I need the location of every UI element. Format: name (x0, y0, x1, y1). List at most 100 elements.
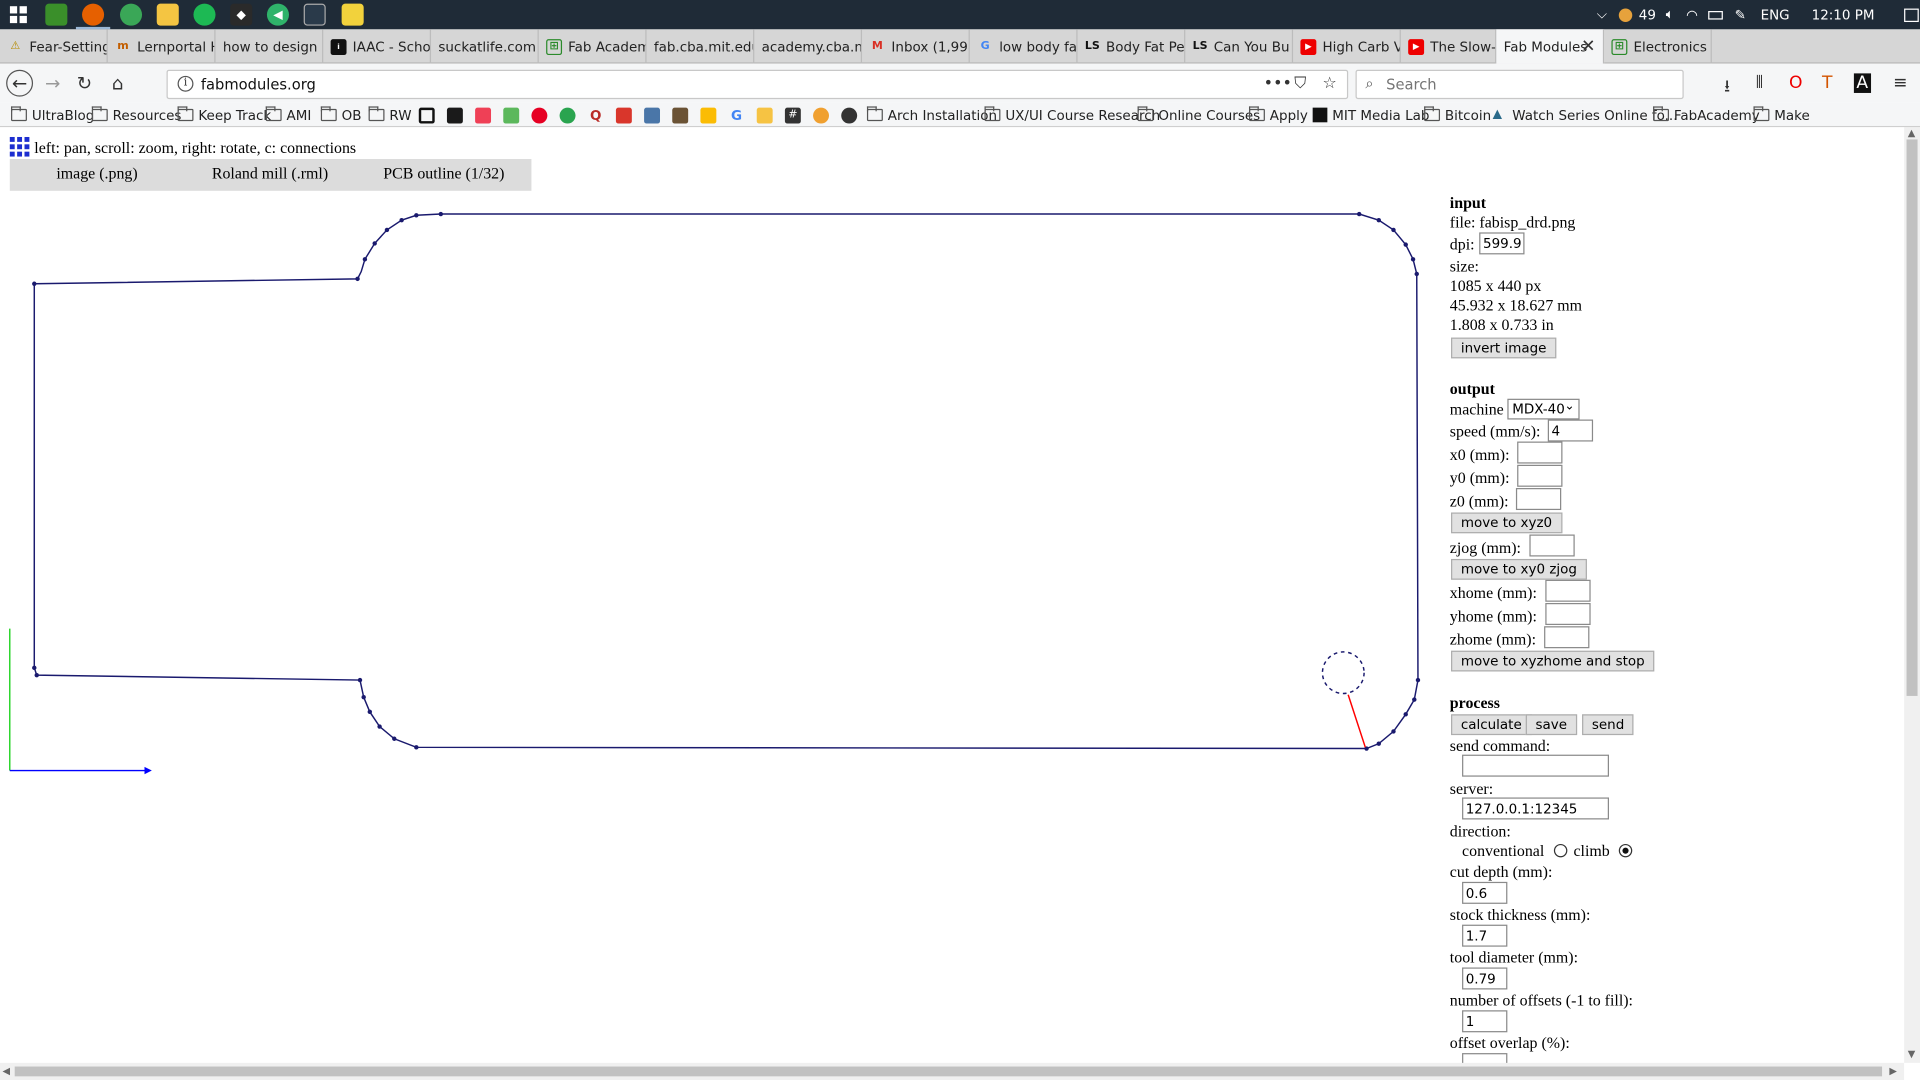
git-icon[interactable]: ◆ (230, 3, 253, 26)
bookmark-folder[interactable]: Bitcoin (1424, 105, 1491, 125)
notification-icon[interactable] (1903, 7, 1919, 22)
file-explorer-icon[interactable] (156, 3, 179, 26)
vertical-scroll-thumb[interactable] (1906, 139, 1918, 696)
y0-input[interactable] (1517, 464, 1563, 487)
send-button[interactable]: send (1582, 714, 1635, 736)
bookmark-site-icon[interactable] (559, 107, 576, 124)
bookmark-folder[interactable]: FabAcademy (1653, 105, 1760, 125)
z0-input[interactable] (1515, 488, 1562, 511)
speed-input[interactable] (1547, 419, 1594, 442)
bookmark-site[interactable]: ▲ Watch Series Online fo... (1493, 105, 1678, 125)
more-icon[interactable]: ••• (1264, 75, 1292, 93)
vk-icon[interactable] (644, 107, 661, 124)
url-text[interactable]: fabmodules.org (201, 76, 316, 93)
bookmark-folder[interactable]: Arch Installation (866, 105, 997, 125)
library-icon[interactable]: ⫴ (1756, 73, 1763, 93)
tab[interactable]: how to design 2 (216, 29, 324, 64)
notes-app-icon[interactable] (341, 3, 364, 26)
bookmark-site-icon[interactable] (841, 107, 858, 124)
clock[interactable]: 12:10 PM (1812, 7, 1875, 23)
opera-icon[interactable]: O (1789, 73, 1803, 93)
scroll-down-icon[interactable]: ▼ (1908, 1048, 1916, 1059)
language-indicator[interactable]: ENG (1761, 7, 1790, 23)
yhome-input[interactable] (1545, 602, 1591, 626)
url-bar[interactable]: i fabmodules.org ••• ⛉ ☆ (166, 69, 1349, 100)
horizontal-scroll-thumb[interactable] (14, 1066, 1883, 1077)
info-icon[interactable]: i (177, 75, 194, 92)
pen-icon[interactable]: ✎ (1735, 7, 1746, 23)
scroll-right-icon[interactable]: ▶ (1889, 1065, 1897, 1076)
bookmark-site-icon[interactable] (503, 107, 520, 124)
offsets-input[interactable] (1462, 1010, 1508, 1033)
tab[interactable]: ⚠ Fear-Setting (0, 29, 108, 64)
volume-icon[interactable]: 🔈︎ (1666, 6, 1674, 23)
tab[interactable]: ▶ High Carb V (1293, 29, 1401, 64)
google-drive-icon[interactable] (700, 107, 717, 124)
tab[interactable]: suckatlife.com - (431, 29, 539, 64)
bookmark-folder[interactable]: AMI (265, 105, 311, 125)
reload-icon[interactable]: ↻ (71, 70, 98, 97)
tab[interactable]: ⊞ Fab Academ (539, 29, 647, 64)
home-icon[interactable]: ⌂ (104, 70, 131, 97)
bookmark-folder[interactable]: Keep Track (177, 105, 271, 125)
battery-icon[interactable] (1707, 10, 1723, 19)
pocket-icon[interactable]: ⛉ (1294, 75, 1306, 93)
tab[interactable]: i IAAC - Scho (323, 29, 432, 64)
bookmark-folder[interactable]: Apply (1248, 105, 1308, 125)
climb-radio[interactable] (1618, 843, 1633, 858)
horizontal-scrollbar[interactable]: ◀ ▶ (0, 1062, 1905, 1080)
tab[interactable]: ⊞ Electronics I (1604, 29, 1712, 64)
scroll-up-icon[interactable]: ▲ (1908, 127, 1916, 138)
zjog-input[interactable] (1529, 534, 1575, 557)
bookmark-site-icon[interactable] (418, 107, 435, 124)
process-menu[interactable]: PCB outline (1/32) (383, 164, 504, 184)
pinterest-icon[interactable] (531, 107, 548, 124)
tab[interactable]: LS Body Fat Pe (1078, 29, 1186, 64)
back-icon[interactable]: ← (6, 69, 34, 97)
tab-active[interactable]: Fab Modules ✕ (1496, 29, 1605, 64)
google-icon[interactable]: G (729, 108, 745, 124)
send-command-input[interactable] (1462, 754, 1609, 777)
bookmark-folder[interactable]: Resources (91, 105, 181, 125)
bookmark-folder[interactable]: UX/UI Course Research (984, 105, 1160, 125)
bookmark-site-icon[interactable] (813, 107, 829, 124)
bookmark-site[interactable]: MIT Media Lab (1312, 105, 1429, 125)
pocket-icon[interactable] (475, 107, 492, 124)
bookmark-site-icon[interactable] (672, 107, 689, 124)
media-app-icon[interactable] (303, 3, 326, 26)
tab[interactable]: ▶ The Slow-C (1401, 29, 1497, 64)
move-to-xy0-zjog-button[interactable]: move to xy0 zjog (1451, 558, 1587, 580)
chrome-icon[interactable] (120, 3, 143, 26)
tool-diameter-input[interactable] (1462, 967, 1508, 990)
hashtag-icon[interactable]: # (784, 107, 801, 124)
stock-thickness-input[interactable] (1462, 924, 1508, 947)
machine-format-menu[interactable]: Roland mill (.rml) (212, 164, 328, 184)
invert-image-button[interactable]: invert image (1451, 337, 1557, 359)
forward-icon[interactable]: → (39, 70, 66, 97)
a-extension-icon[interactable]: A (1853, 73, 1871, 93)
bookmark-folder[interactable]: Online Courses (1137, 105, 1260, 125)
xhome-input[interactable] (1545, 579, 1591, 602)
scroll-left-icon[interactable]: ◀ (2, 1065, 10, 1076)
tab[interactable]: academy.cba.m (754, 29, 863, 64)
conventional-radio[interactable] (1553, 843, 1568, 858)
tab[interactable]: LS Can You Bu (1185, 29, 1294, 64)
cut-depth-input[interactable] (1462, 881, 1508, 904)
tab[interactable]: m Lernportal H (108, 29, 216, 64)
bookmark-folder[interactable]: RW (368, 105, 412, 125)
bookmark-star-icon[interactable]: ☆ (1322, 75, 1336, 93)
zhome-input[interactable] (1544, 626, 1590, 649)
grid-menu-icon[interactable] (9, 136, 30, 157)
machine-select[interactable]: MDX-40 ⌄ (1507, 398, 1580, 420)
move-to-xyz0-button[interactable]: move to xyz0 (1451, 512, 1562, 534)
calculate-button[interactable]: calculate (1451, 714, 1532, 736)
menu-icon[interactable]: ≡ (1893, 73, 1907, 93)
bookmark-folder[interactable]: UltraBlog (11, 105, 94, 125)
tab[interactable]: fab.cba.mit.edu (647, 29, 755, 64)
quora-icon[interactable]: Q (588, 108, 604, 124)
bookmark-site-icon[interactable] (756, 107, 773, 124)
search-input[interactable] (1386, 74, 1668, 95)
app-icon[interactable] (45, 3, 68, 26)
save-button[interactable]: save (1525, 714, 1577, 736)
download-icon[interactable]: ⭳ (1724, 73, 1730, 102)
